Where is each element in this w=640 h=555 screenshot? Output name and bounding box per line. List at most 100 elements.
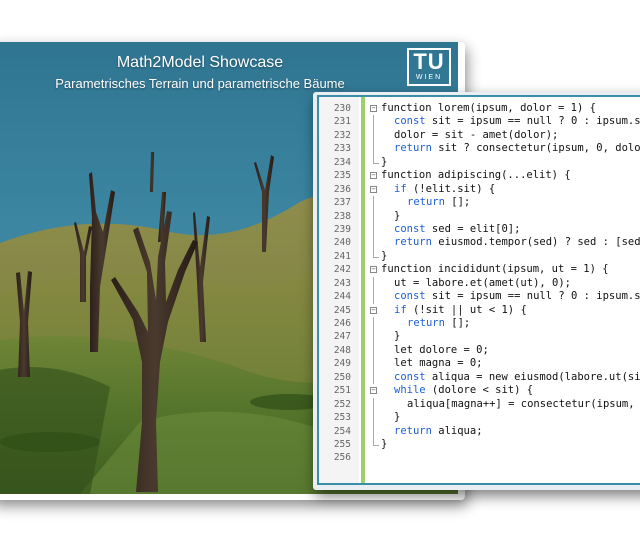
code-token: eiusmod.tempor(sed) ? sed : [sed] — [431, 236, 640, 249]
line-number: 245 — [333, 304, 351, 316]
code-token: sed = elit[0]; — [425, 222, 521, 235]
fold-guide — [373, 343, 374, 358]
code-text: if (!sit || ut < 1) { — [394, 304, 527, 317]
code-text: const sit = ipsum == null ? 0 : ipsum.si — [394, 290, 640, 303]
code-text: } — [394, 210, 400, 223]
code-line: 231 const sit = ipsum == null ? 0 : ipsum… — [319, 115, 640, 129]
code-text: } — [381, 438, 387, 451]
code-line: 248 let dolore = 0; — [319, 343, 640, 358]
code-line: 247} — [319, 330, 640, 344]
code-line: 240 return eiusmod.tempor(sed) ? sed : [s… — [319, 236, 640, 250]
fold-toggle-icon[interactable]: − — [370, 185, 377, 193]
code-text: if (!elit.sit) { — [394, 183, 495, 196]
code-token: []; — [444, 317, 471, 329]
code-token: } — [394, 209, 401, 222]
code-line: 239 const sed = elit[0]; — [319, 222, 640, 237]
fold-guide — [373, 397, 374, 412]
code-token: } — [381, 155, 388, 168]
code-token: []; — [444, 196, 471, 209]
fold-guide — [373, 370, 374, 385]
keyword-token: return — [394, 142, 432, 155]
fold-toggle-icon[interactable]: − — [370, 172, 377, 180]
code-token: aliqua = new eiusmod(labore.ut(sit — [425, 370, 640, 383]
code-text: function lorem(ipsum, dolor = 1) { — [381, 102, 596, 115]
code-line: 238} — [319, 209, 640, 223]
code-text: aliqua[magna++] = consectetur(ipsum, d — [407, 398, 640, 411]
keyword-token: while — [394, 384, 426, 397]
code-text: } — [381, 250, 387, 263]
line-number: 238 — [333, 210, 351, 222]
fold-end-guide — [373, 437, 379, 446]
code-text: } — [394, 330, 400, 343]
code-token: ut = labore.et(amet(ut), 0); — [394, 276, 572, 289]
keyword-token: return — [394, 424, 432, 437]
code-line: 253} — [319, 411, 640, 425]
line-number: 246 — [333, 318, 351, 329]
line-number: 240 — [333, 237, 351, 249]
line-number: 252 — [333, 398, 351, 410]
code-line: 233 return sit ? consectetur(ipsum, 0, do… — [319, 142, 640, 156]
code-token: aliqua[magna++] = consectetur(ipsum, d — [407, 397, 640, 410]
code-line: 243 ut = labore.et(amet(ut), 0); — [319, 276, 640, 291]
code-line: 235 − function adipiscing(...elit) { — [319, 169, 640, 182]
fold-guide — [373, 411, 374, 425]
code-line: 230 − function lorem(ipsum, dolor = 1) { — [319, 102, 640, 115]
code-line: 252 aliqua[magna++] = consectetur(ipsum, … — [319, 397, 640, 412]
keyword-token: const — [394, 115, 426, 128]
code-token: (!sit || ut < 1) { — [406, 303, 527, 316]
scene-title: Math2Model Showcase — [116, 54, 284, 71]
fold-toggle-icon[interactable]: − — [370, 387, 377, 395]
line-number: 253 — [333, 412, 351, 424]
keyword-token: const — [394, 290, 426, 303]
code-line: 245 − if (!sit || ut < 1) { — [319, 304, 640, 317]
code-text: return []; — [407, 317, 470, 330]
code-token: } — [394, 411, 401, 424]
line-number: 243 — [333, 277, 351, 289]
line-number: 249 — [333, 358, 351, 370]
fold-toggle-icon[interactable]: − — [370, 266, 377, 274]
fold-guide — [373, 236, 374, 250]
fold-guide — [373, 424, 374, 438]
line-number: 234 — [333, 156, 351, 168]
code-line: 241} — [319, 249, 640, 263]
code-text: function adipiscing(...elit) { — [381, 169, 571, 182]
code-token: } — [394, 330, 401, 343]
fold-guide — [373, 222, 374, 237]
code-line: 236 − if (!elit.sit) { — [319, 183, 640, 196]
fold-guide — [373, 317, 374, 331]
code-text: return []; — [407, 196, 470, 209]
logo-sub-text: WIEN — [415, 74, 443, 81]
code-lines: 230− function lorem(ipsum, dolor = 1) {23… — [319, 102, 640, 465]
fold-guide — [373, 276, 374, 291]
fold-toggle-icon[interactable]: − — [370, 306, 377, 314]
fold-toggle-icon[interactable]: − — [370, 105, 377, 112]
code-editor[interactable]: 230− function lorem(ipsum, dolor = 1) {23… — [317, 95, 640, 485]
fold-guide — [373, 196, 374, 210]
code-token: function incididunt(ipsum, ut = 1) { — [381, 263, 609, 276]
code-token: } — [381, 437, 388, 450]
code-text: } — [394, 411, 400, 424]
line-number: 232 — [333, 129, 351, 141]
code-line: 244 const sit = ipsum == null ? 0 : ipsum… — [319, 290, 640, 304]
code-line: 246 return []; — [319, 317, 640, 331]
line-number: 239 — [333, 223, 351, 235]
code-token: dolor = sit - amet(dolor); — [394, 128, 559, 141]
code-text: const aliqua = new eiusmod(labore.ut(sit — [394, 371, 640, 384]
line-number: 236 — [333, 183, 351, 195]
keyword-token: return — [407, 317, 445, 329]
fold-guide — [373, 209, 374, 223]
line-number: 241 — [333, 250, 351, 262]
tu-wien-logo: TU WIEN — [407, 48, 451, 86]
code-text: const sit = ipsum == null ? 0 : ipsum.si — [394, 115, 640, 128]
code-token: (dolore < sit) { — [425, 384, 534, 397]
code-line: 234} — [319, 155, 640, 169]
code-token: sit = ipsum == null ? 0 : ipsum.si — [425, 115, 640, 128]
line-number: 235 — [333, 170, 351, 182]
fold-end-guide — [373, 249, 379, 258]
code-text: } — [381, 156, 387, 169]
code-text: ut = labore.et(amet(ut), 0); — [394, 277, 571, 290]
code-token: let magna = 0; — [394, 357, 483, 370]
fold-guide — [373, 357, 374, 371]
line-number: 251 — [333, 385, 351, 397]
line-number: 231 — [333, 116, 351, 128]
